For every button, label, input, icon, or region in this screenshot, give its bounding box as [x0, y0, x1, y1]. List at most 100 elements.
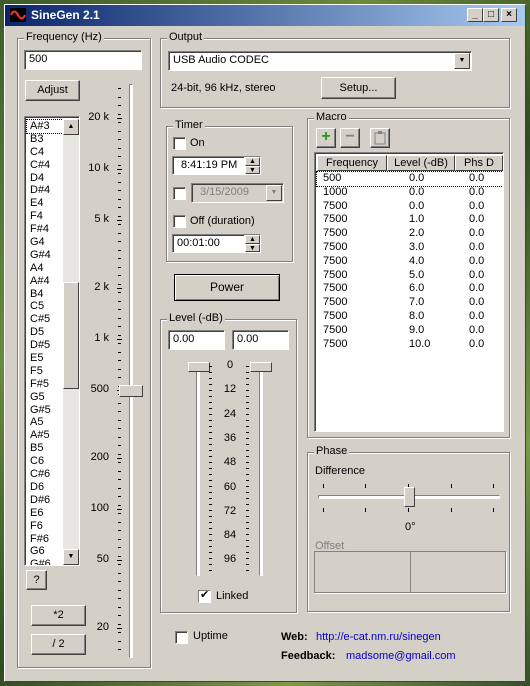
chevron-down-icon[interactable]: ▼: [454, 53, 470, 69]
column-header-level[interactable]: Level (-dB): [387, 155, 455, 171]
paste-macro-button[interactable]: [370, 128, 390, 148]
spin-down-icon[interactable]: ▼: [245, 165, 260, 174]
macro-row[interactable]: 1000 0.0 0.0: [317, 186, 503, 200]
macro-row[interactable]: 7500 4.0 0.0: [317, 255, 503, 269]
frequency-minor-tick: [118, 139, 121, 140]
timer-date-checkbox[interactable]: [173, 187, 186, 200]
phase-offset-box[interactable]: [314, 551, 506, 593]
linked-checkbox[interactable]: ✔: [198, 589, 211, 603]
calendar-dropdown-icon[interactable]: ▼: [266, 185, 282, 201]
note-item[interactable]: G#4: [27, 249, 63, 262]
note-item[interactable]: A4: [27, 262, 63, 275]
macro-row[interactable]: 7500 1.0 0.0: [317, 213, 503, 227]
note-item[interactable]: F6: [27, 520, 63, 533]
timer-off-checkbox[interactable]: [173, 215, 186, 228]
timer-on-checkbox[interactable]: [173, 137, 186, 150]
note-item[interactable]: G#6: [27, 558, 63, 565]
note-item[interactable]: C5: [27, 300, 63, 313]
level-tick: [246, 426, 249, 427]
timer-duration-input[interactable]: 00:01:00 ▲ ▼: [172, 234, 261, 253]
note-item[interactable]: F4: [27, 210, 63, 223]
note-item[interactable]: C#5: [27, 313, 63, 326]
note-item[interactable]: A#4: [27, 275, 63, 288]
note-item[interactable]: F#6: [27, 533, 63, 546]
note-item[interactable]: D#6: [27, 494, 63, 507]
note-item[interactable]: D4: [27, 172, 63, 185]
note-item[interactable]: A5: [27, 416, 63, 429]
help-button[interactable]: ?: [26, 570, 47, 590]
note-list[interactable]: A#3 B3 C4 C#4 D4 D#4 E4 F4 F#4 G4 G#4 A4 A#4 B4 C5 C#5 D…: [24, 116, 80, 566]
note-item[interactable]: G5: [27, 391, 63, 404]
note-item[interactable]: F5: [27, 365, 63, 378]
note-item[interactable]: D#5: [27, 339, 63, 352]
note-item[interactable]: E4: [27, 197, 63, 210]
title-bar[interactable]: SineGen 2.1 _ □ ×: [5, 5, 525, 26]
note-item[interactable]: A#3: [26, 119, 64, 134]
timer-date-input[interactable]: 3/15/2009 ▼: [191, 183, 284, 203]
column-header-phase[interactable]: Phs D: [455, 155, 503, 171]
note-item[interactable]: F#5: [27, 378, 63, 391]
note-item[interactable]: B3: [27, 133, 63, 146]
macro-row[interactable]: 7500 9.0 0.0: [317, 324, 503, 338]
level-left-input[interactable]: 0.00: [168, 330, 225, 350]
timer-time-input[interactable]: 8:41:19 PM ▲ ▼: [172, 156, 261, 175]
frequency-scale-label: 50: [96, 553, 109, 565]
phase-slider-thumb[interactable]: [404, 487, 415, 507]
scroll-thumb[interactable]: [63, 282, 79, 389]
note-item[interactable]: D#4: [27, 184, 63, 197]
adjust-button[interactable]: Adjust: [25, 80, 80, 101]
minimize-button[interactable]: _: [467, 8, 483, 22]
macro-table[interactable]: Frequency Level (-dB) Phs D 500 0.0 0.0 100…: [314, 152, 504, 432]
close-button[interactable]: ×: [501, 8, 517, 22]
spin-down-icon[interactable]: ▼: [245, 243, 260, 252]
note-item[interactable]: C6: [27, 455, 63, 468]
frequency-input[interactable]: 500: [24, 50, 142, 70]
remove-macro-button[interactable]: −: [340, 128, 360, 148]
note-item[interactable]: D6: [27, 481, 63, 494]
note-item[interactable]: C#4: [27, 159, 63, 172]
note-item[interactable]: C4: [27, 146, 63, 159]
output-device-select[interactable]: USB Audio CODEC ▼: [168, 51, 472, 71]
scroll-down-icon[interactable]: ▼: [63, 549, 79, 565]
spin-up-icon[interactable]: ▲: [245, 235, 260, 244]
note-item[interactable]: B4: [27, 288, 63, 301]
macro-row[interactable]: 7500 7.0 0.0: [317, 296, 503, 310]
scroll-up-icon[interactable]: ▲: [63, 119, 79, 135]
note-item[interactable]: G#5: [27, 404, 63, 417]
feedback-link[interactable]: madsome@gmail.com: [346, 650, 456, 662]
note-item[interactable]: E6: [27, 507, 63, 520]
uptime-checkbox[interactable]: [175, 631, 188, 644]
note-item[interactable]: G4: [27, 236, 63, 249]
note-item[interactable]: D5: [27, 326, 63, 339]
macro-row[interactable]: 500 0.0 0.0: [316, 171, 503, 187]
macro-row[interactable]: 7500 5.0 0.0: [317, 269, 503, 283]
spin-up-icon[interactable]: ▲: [245, 157, 260, 166]
frequency-slider-thumb[interactable]: [119, 385, 143, 397]
level-right-input[interactable]: 0.00: [232, 330, 289, 350]
note-item[interactable]: C#6: [27, 468, 63, 481]
note-list-scrollbar[interactable]: ▲ ▼: [63, 119, 79, 565]
note-item[interactable]: B5: [27, 442, 63, 455]
power-button[interactable]: Power: [174, 274, 280, 301]
divide-2-button[interactable]: / 2: [31, 634, 86, 655]
note-item[interactable]: G6: [27, 545, 63, 558]
add-macro-button[interactable]: +: [316, 128, 336, 148]
macro-row[interactable]: 7500 0.0 0.0: [317, 200, 503, 214]
duration-spinner[interactable]: ▲ ▼: [244, 235, 260, 252]
level-tick: [209, 444, 212, 445]
macro-row[interactable]: 7500 6.0 0.0: [317, 282, 503, 296]
note-item[interactable]: A#5: [27, 429, 63, 442]
note-item[interactable]: E5: [27, 352, 63, 365]
frequency-slider-track[interactable]: [129, 84, 133, 658]
column-header-frequency[interactable]: Frequency: [317, 155, 387, 171]
macro-row[interactable]: 7500 10.0 0.0: [317, 338, 503, 352]
macro-row[interactable]: 7500 8.0 0.0: [317, 310, 503, 324]
web-link[interactable]: http://e-cat.nm.ru/sinegen: [316, 631, 441, 643]
macro-row[interactable]: 7500 3.0 0.0: [317, 241, 503, 255]
multiply-2-button[interactable]: *2: [31, 605, 86, 626]
macro-row[interactable]: 7500 2.0 0.0: [317, 227, 503, 241]
time-spinner[interactable]: ▲ ▼: [244, 157, 260, 174]
maximize-button[interactable]: □: [483, 8, 499, 22]
note-item[interactable]: F#4: [27, 223, 63, 236]
setup-button[interactable]: Setup...: [321, 77, 396, 99]
